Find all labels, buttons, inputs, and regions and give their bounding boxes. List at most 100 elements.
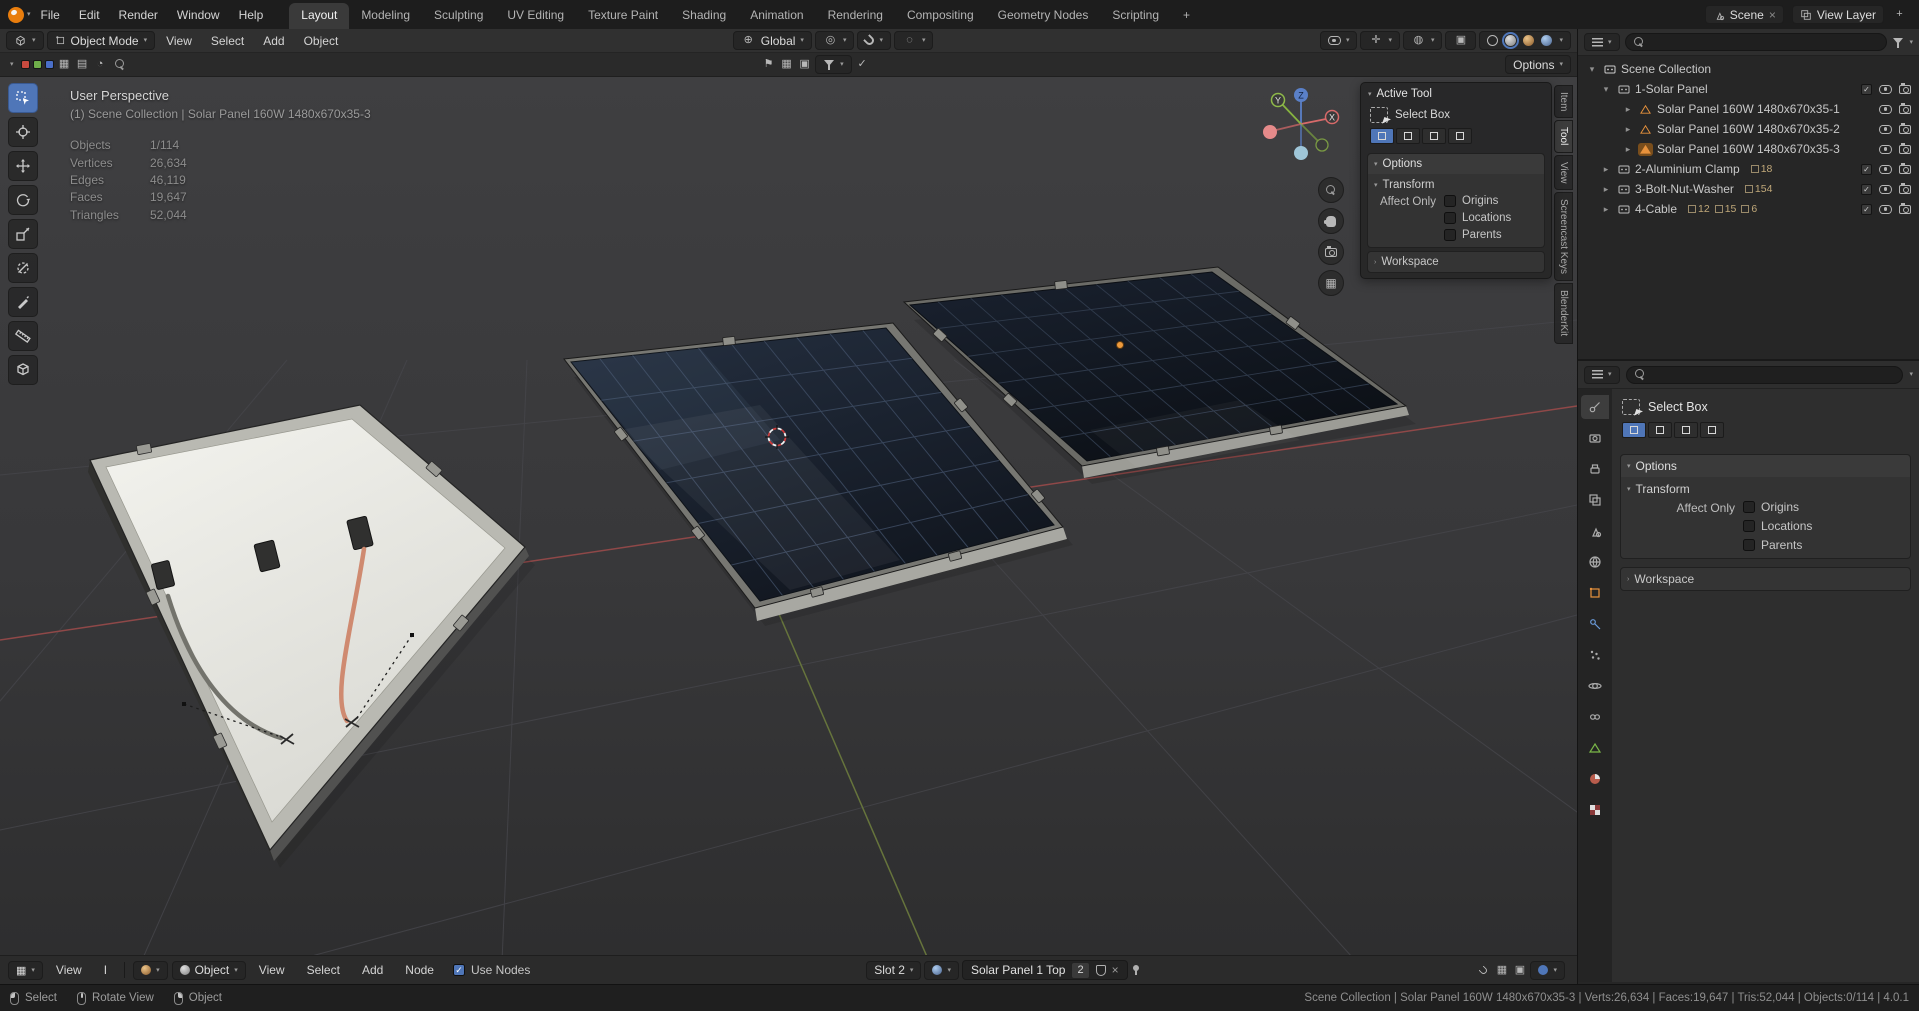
tab-uv-editing[interactable]: UV Editing bbox=[495, 3, 576, 29]
material-slot-dropdown[interactable]: Slot 2 ▾ bbox=[866, 960, 922, 980]
material-preview-icon[interactable] bbox=[1523, 35, 1535, 46]
tab-scene[interactable] bbox=[1581, 519, 1609, 543]
outliner-row-collection[interactable]: ▸ 4-Cable 12 15 6 bbox=[1578, 199, 1919, 219]
scene-unlink-icon[interactable]: × bbox=[1769, 8, 1776, 22]
select-mode-new[interactable] bbox=[1622, 422, 1646, 438]
proportional-editing-dropdown[interactable]: ◌ ▾ bbox=[893, 31, 934, 50]
overlay-grid-icon[interactable]: ▦ bbox=[1494, 963, 1509, 978]
menu-file[interactable]: File bbox=[32, 5, 69, 25]
collection-checkbox[interactable] bbox=[1861, 83, 1872, 95]
shader-menu-add[interactable]: Add bbox=[353, 960, 392, 980]
pivot-point-dropdown[interactable]: ◎ ▾ bbox=[814, 31, 855, 50]
new-view-layer-icon[interactable]: + bbox=[1892, 7, 1907, 22]
properties-search-input[interactable] bbox=[1625, 365, 1904, 384]
outliner-editor-type-button[interactable]: ▾ bbox=[1584, 33, 1620, 51]
disable-render-icon[interactable] bbox=[1899, 202, 1911, 214]
snap-node-icon[interactable] bbox=[1476, 963, 1491, 978]
overlays-dropdown[interactable]: ◍ ▾ bbox=[1402, 31, 1443, 50]
solid-shading-icon[interactable] bbox=[1502, 32, 1520, 49]
active-tool-name-row[interactable]: Select Box bbox=[1361, 105, 1551, 128]
tab-rendering[interactable]: Rendering bbox=[816, 3, 895, 29]
tab-output[interactable] bbox=[1581, 457, 1609, 481]
brush-option-icon[interactable]: ▦ bbox=[57, 57, 72, 72]
tab-sculpting[interactable]: Sculpting bbox=[422, 3, 495, 29]
add-workspace-button[interactable]: + bbox=[1171, 3, 1202, 29]
shader-type-dropdown[interactable]: Object ▾ bbox=[171, 960, 246, 980]
transform-subpanel-header[interactable]: ▾ Transform bbox=[1374, 177, 1538, 195]
hide-viewport-icon[interactable] bbox=[1879, 184, 1892, 194]
tab-layout[interactable]: Layout bbox=[289, 3, 350, 29]
workspace-subpanel-header[interactable]: › Workspace bbox=[1368, 252, 1544, 272]
cursor-tool[interactable] bbox=[8, 117, 38, 147]
wireframe-shading-icon[interactable] bbox=[1487, 35, 1499, 46]
origins-checkbox[interactable] bbox=[1743, 501, 1755, 513]
disable-render-icon[interactable] bbox=[1899, 182, 1911, 194]
hide-viewport-icon[interactable] bbox=[1879, 84, 1892, 94]
disclosure-icon[interactable]: ▸ bbox=[1600, 204, 1612, 215]
scene-selector[interactable]: Scene × bbox=[1704, 5, 1784, 24]
collection-checkbox[interactable] bbox=[1861, 183, 1872, 195]
outliner-row-collection[interactable]: ▾ 1-Solar Panel bbox=[1578, 79, 1919, 99]
rendered-shading-icon[interactable] bbox=[1541, 35, 1553, 46]
flag-icon[interactable]: ⚑ bbox=[761, 57, 776, 72]
search-icon[interactable] bbox=[114, 59, 126, 70]
tab-texture-paint[interactable]: Texture Paint bbox=[576, 3, 670, 29]
menu-edit[interactable]: Edit bbox=[70, 5, 109, 25]
disclosure-icon[interactable]: ▸ bbox=[1622, 124, 1634, 135]
filter-dropdown[interactable]: ▾ bbox=[815, 55, 852, 74]
hide-viewport-icon[interactable] bbox=[1879, 104, 1892, 114]
select-mode-subtract[interactable] bbox=[1674, 422, 1698, 438]
falloff-option-icon[interactable]: ◔ bbox=[93, 57, 108, 72]
blender-logo-icon[interactable] bbox=[8, 6, 24, 23]
filter-caret-icon[interactable]: ▾ bbox=[1909, 39, 1913, 46]
sidebar-tab-tool[interactable]: Tool bbox=[1554, 120, 1573, 153]
transform-subpanel-header[interactable]: ▾ Transform bbox=[1627, 480, 1904, 500]
select-box-tool[interactable] bbox=[8, 83, 38, 113]
properties-editor-type-button[interactable]: ▾ bbox=[1584, 365, 1620, 384]
shader-menu-node[interactable]: Node bbox=[396, 960, 443, 980]
select-mode-subtract[interactable] bbox=[1422, 128, 1446, 144]
texture-option-icon[interactable]: ▤ bbox=[75, 57, 90, 72]
measure-tool[interactable] bbox=[8, 321, 38, 351]
tab-texture[interactable] bbox=[1581, 798, 1609, 822]
tab-world[interactable] bbox=[1581, 550, 1609, 574]
hide-viewport-icon[interactable] bbox=[1879, 204, 1892, 214]
swatch-red-icon[interactable] bbox=[20, 60, 30, 69]
sidebar-tab-item[interactable]: Item bbox=[1554, 85, 1573, 119]
preview-dropdown[interactable]: ▾ bbox=[1530, 960, 1565, 980]
arrange-icon[interactable]: ▣ bbox=[1512, 963, 1527, 978]
rotate-tool[interactable] bbox=[8, 185, 38, 215]
snap-toggle[interactable]: ▾ bbox=[857, 31, 891, 50]
tab-object[interactable] bbox=[1581, 581, 1609, 605]
shader-editor-type-button[interactable]: ▾ bbox=[133, 960, 168, 980]
browse-material-dropdown[interactable]: ▾ bbox=[924, 960, 959, 980]
unlink-material-icon[interactable]: × bbox=[1112, 963, 1119, 977]
move-tool[interactable] bbox=[8, 151, 38, 181]
active-tool-panel-header[interactable]: ▾ Active Tool bbox=[1361, 83, 1551, 105]
sidebar-tab-blenderkit[interactable]: BlenderKit bbox=[1554, 283, 1573, 344]
options-subpanel-header[interactable]: ▾ Options bbox=[1621, 455, 1910, 477]
outliner-search-input[interactable] bbox=[1624, 33, 1888, 51]
object-type-visibility-dropdown[interactable]: ▾ bbox=[1319, 31, 1358, 50]
tool-settings-caret-icon[interactable]: ▾ bbox=[6, 61, 18, 68]
annotate-tool[interactable] bbox=[8, 287, 38, 317]
editor-type-button[interactable]: ▾ bbox=[6, 31, 44, 50]
sidebar-tab-view[interactable]: View bbox=[1554, 154, 1573, 191]
material-users-count[interactable]: 2 bbox=[1071, 961, 1090, 979]
tab-render[interactable] bbox=[1581, 426, 1609, 450]
disclosure-icon[interactable]: ▸ bbox=[1600, 184, 1612, 195]
viewport-menu-object[interactable]: Object bbox=[296, 32, 347, 50]
pin-icon[interactable] bbox=[1131, 964, 1141, 976]
outliner-row-object[interactable]: ▸ Solar Panel 160W 1480x670x35-1 bbox=[1578, 99, 1919, 119]
viewport-menu-select[interactable]: Select bbox=[203, 32, 252, 50]
image-editor-menu-truncated[interactable]: I bbox=[95, 960, 116, 980]
viewport-options-dropdown[interactable]: Options ▾ bbox=[1505, 55, 1571, 74]
xray-toggle[interactable]: ▣ bbox=[1445, 31, 1477, 50]
hide-viewport-icon[interactable] bbox=[1879, 144, 1892, 154]
image-editor-type-button[interactable]: ▦ ▾ bbox=[8, 960, 43, 980]
image-editor-menu-view[interactable]: View bbox=[47, 960, 91, 980]
tab-anim[interactable]: Animation bbox=[738, 3, 815, 29]
outliner-row-object-active[interactable]: ▸ Solar Panel 160W 1480x670x35-3 bbox=[1578, 139, 1919, 159]
workspace-subpanel-header[interactable]: › Workspace bbox=[1621, 568, 1910, 590]
transform-tool[interactable] bbox=[8, 253, 38, 283]
